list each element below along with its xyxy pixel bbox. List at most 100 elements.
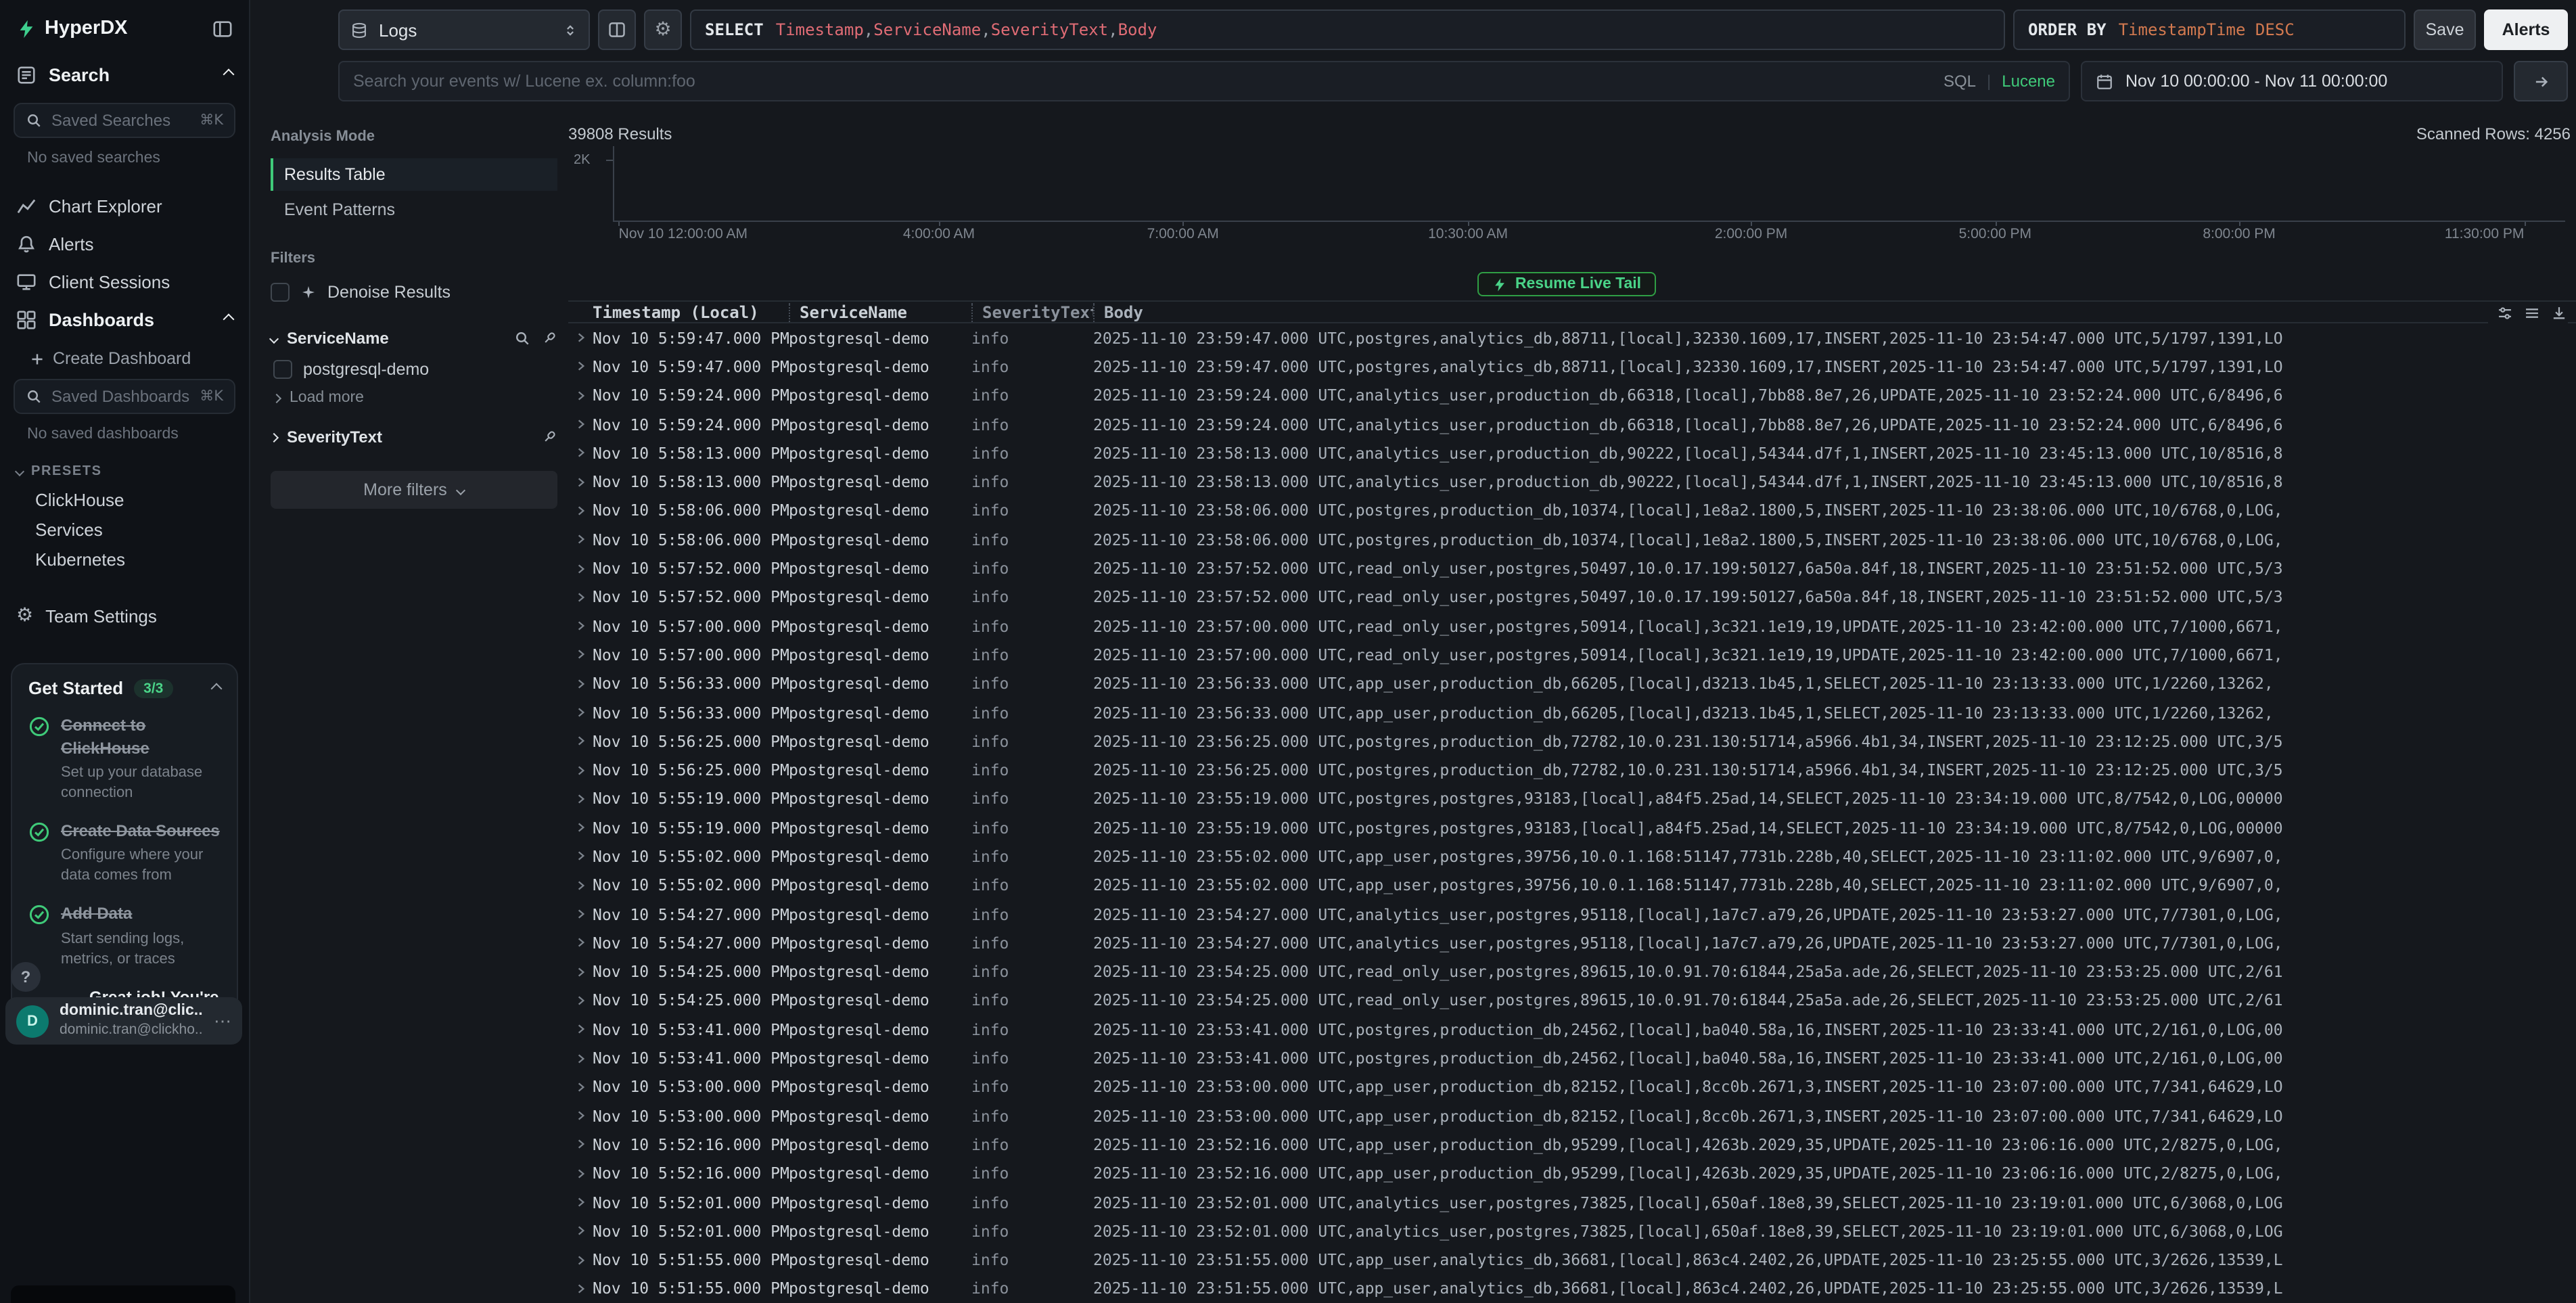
row-expand-chevron-icon[interactable] (568, 1081, 593, 1093)
log-row[interactable]: Nov 10 5:53:00.000 PM postgresql-demo in… (568, 1072, 2576, 1101)
log-row[interactable]: Nov 10 5:58:06.000 PM postgresql-demo in… (568, 525, 2576, 554)
search-submit-button[interactable] (2514, 61, 2568, 101)
log-row[interactable]: Nov 10 5:53:41.000 PM postgresql-demo in… (568, 1015, 2576, 1044)
presets-toggle[interactable]: PRESETS (16, 464, 249, 479)
log-row[interactable]: Nov 10 5:52:01.000 PM postgresql-demo in… (568, 1188, 2576, 1217)
log-row[interactable]: Nov 10 5:59:47.000 PM postgresql-demo in… (568, 352, 2576, 382)
get-started-step[interactable]: Connect to ClickHouse Set up your databa… (28, 714, 221, 804)
log-row[interactable]: Nov 10 5:57:00.000 PM postgresql-demo in… (568, 612, 2576, 641)
save-button[interactable]: Save (2414, 9, 2476, 50)
row-expand-chevron-icon[interactable] (568, 649, 593, 661)
row-expand-chevron-icon[interactable] (568, 706, 593, 718)
log-row[interactable]: Nov 10 5:52:16.000 PM postgresql-demo in… (568, 1130, 2576, 1160)
row-expand-chevron-icon[interactable] (568, 735, 593, 748)
log-row[interactable]: Nov 10 5:53:00.000 PM postgresql-demo in… (568, 1101, 2576, 1130)
row-expand-chevron-icon[interactable] (568, 937, 593, 949)
log-row[interactable]: Nov 10 5:55:02.000 PM postgresql-demo in… (568, 871, 2576, 900)
log-row[interactable]: Nov 10 5:52:01.000 PM postgresql-demo in… (568, 1216, 2576, 1245)
log-row[interactable]: Nov 10 5:57:52.000 PM postgresql-demo in… (568, 554, 2576, 583)
log-row[interactable]: Nov 10 5:51:55.000 PM postgresql-demo in… (568, 1275, 2576, 1303)
col-header-timestamp[interactable]: Timestamp (Local) (593, 302, 789, 321)
log-row[interactable]: Nov 10 5:55:02.000 PM postgresql-demo in… (568, 842, 2576, 871)
row-expand-chevron-icon[interactable] (568, 879, 593, 892)
get-started-header[interactable]: Get Started 3/3 (28, 678, 221, 698)
col-header-severitytext[interactable]: SeverityText (971, 302, 1093, 321)
row-expand-chevron-icon[interactable] (568, 995, 593, 1007)
row-expand-chevron-icon[interactable] (568, 447, 593, 459)
log-row[interactable]: Nov 10 5:54:27.000 PM postgresql-demo in… (568, 900, 2576, 929)
row-expand-chevron-icon[interactable] (568, 965, 593, 978)
pin-icon[interactable] (541, 330, 557, 346)
row-expand-chevron-icon[interactable] (568, 1168, 593, 1180)
log-row[interactable]: Nov 10 5:54:25.000 PM postgresql-demo in… (568, 957, 2576, 986)
log-row[interactable]: Nov 10 5:58:13.000 PM postgresql-demo in… (568, 467, 2576, 497)
event-search-input[interactable] (353, 72, 1933, 91)
row-expand-chevron-icon[interactable] (568, 1139, 593, 1151)
mode-event-patterns[interactable]: Event Patterns (271, 193, 557, 226)
log-row[interactable]: Nov 10 5:59:24.000 PM postgresql-demo in… (568, 410, 2576, 439)
row-expand-chevron-icon[interactable] (568, 1110, 593, 1122)
logo[interactable]: HyperDX (16, 18, 128, 39)
row-expand-chevron-icon[interactable] (568, 591, 593, 603)
log-row[interactable]: Nov 10 5:54:25.000 PM postgresql-demo in… (568, 986, 2576, 1015)
log-row[interactable]: Nov 10 5:56:25.000 PM postgresql-demo in… (568, 727, 2576, 756)
log-row[interactable]: Nov 10 5:59:47.000 PM postgresql-demo in… (568, 323, 2576, 352)
log-row[interactable]: Nov 10 5:55:19.000 PM postgresql-demo in… (568, 813, 2576, 842)
denoise-results-toggle[interactable]: Denoise Results (271, 283, 557, 302)
source-settings-button[interactable] (598, 9, 636, 50)
log-row[interactable]: Nov 10 5:58:13.000 PM postgresql-demo in… (568, 438, 2576, 467)
sidebar-item-chart-explorer[interactable]: Chart Explorer (0, 188, 249, 223)
more-filters-button[interactable]: More filters (271, 471, 557, 509)
col-header-servicename[interactable]: ServiceName (789, 302, 971, 321)
date-range-picker[interactable]: Nov 10 00:00:00 - Nov 11 00:00:00 (2081, 61, 2503, 101)
preset-services[interactable]: Services (0, 514, 249, 544)
row-expand-chevron-icon[interactable] (568, 562, 593, 574)
log-row[interactable]: Nov 10 5:57:00.000 PM postgresql-demo in… (568, 641, 2576, 670)
download-icon[interactable] (2550, 304, 2568, 322)
select-clause-editor[interactable]: SELECT Timestamp,ServiceName,SeverityTex… (690, 9, 2005, 50)
preset-clickhouse[interactable]: ClickHouse (0, 484, 249, 514)
row-expand-chevron-icon[interactable] (568, 1283, 593, 1295)
preset-kubernetes[interactable]: Kubernetes (0, 544, 249, 574)
row-expand-chevron-icon[interactable] (568, 476, 593, 488)
log-row[interactable]: Nov 10 5:56:33.000 PM postgresql-demo in… (568, 669, 2576, 698)
sidebar-item-client-sessions[interactable]: Client Sessions (0, 264, 249, 299)
row-expand-chevron-icon[interactable] (568, 821, 593, 833)
row-expand-chevron-icon[interactable] (568, 1254, 593, 1266)
source-select[interactable]: Logs (338, 9, 590, 50)
row-expand-chevron-icon[interactable] (568, 764, 593, 776)
mode-sql-label[interactable]: SQL (1944, 72, 1976, 91)
row-expand-chevron-icon[interactable] (568, 677, 593, 689)
help-button[interactable]: ? (11, 962, 41, 992)
log-row[interactable]: Nov 10 5:52:16.000 PM postgresql-demo in… (568, 1159, 2576, 1188)
sidebar-item-search[interactable]: Search (0, 57, 249, 92)
log-row[interactable]: Nov 10 5:54:27.000 PM postgresql-demo in… (568, 928, 2576, 957)
facet-option-postgresql-demo[interactable]: postgresql-demo (271, 360, 557, 379)
row-expand-chevron-icon[interactable] (568, 533, 593, 545)
log-row[interactable]: Nov 10 5:56:33.000 PM postgresql-demo in… (568, 698, 2576, 727)
mode-results-table[interactable]: Results Table (271, 158, 557, 191)
pin-icon[interactable] (541, 429, 557, 445)
col-header-body[interactable]: Body (1093, 302, 2576, 321)
resume-live-tail-button[interactable]: Resume Live Tail (1477, 272, 1656, 296)
row-expand-chevron-icon[interactable] (568, 418, 593, 430)
row-expand-chevron-icon[interactable] (568, 389, 593, 401)
sidebar-item-alerts[interactable]: Alerts (0, 226, 249, 261)
create-dashboard-button[interactable]: Create Dashboard (30, 349, 249, 368)
facet-search-icon[interactable] (514, 330, 530, 346)
user-menu[interactable]: D dominic.tran@clic... dominic.tran@clic… (5, 997, 242, 1045)
row-expand-chevron-icon[interactable] (568, 361, 593, 373)
row-expand-chevron-icon[interactable] (568, 1024, 593, 1036)
alerts-button[interactable]: Alerts (2484, 9, 2568, 50)
row-expand-chevron-icon[interactable] (568, 1225, 593, 1237)
log-row[interactable]: Nov 10 5:55:19.000 PM postgresql-demo in… (568, 785, 2576, 814)
log-row[interactable]: Nov 10 5:57:52.000 PM postgresql-demo in… (568, 582, 2576, 612)
facet-severitytext[interactable]: SeverityText (271, 428, 557, 447)
row-expand-chevron-icon[interactable] (568, 908, 593, 920)
event-search-box[interactable]: SQL | Lucene (338, 61, 2070, 101)
load-more-button[interactable]: Load more (271, 390, 557, 406)
log-row[interactable]: Nov 10 5:53:41.000 PM postgresql-demo in… (568, 1044, 2576, 1073)
row-expand-chevron-icon[interactable] (568, 1052, 593, 1064)
log-row[interactable]: Nov 10 5:51:55.000 PM postgresql-demo in… (568, 1245, 2576, 1275)
mode-lucene-label[interactable]: Lucene (2002, 72, 2055, 91)
